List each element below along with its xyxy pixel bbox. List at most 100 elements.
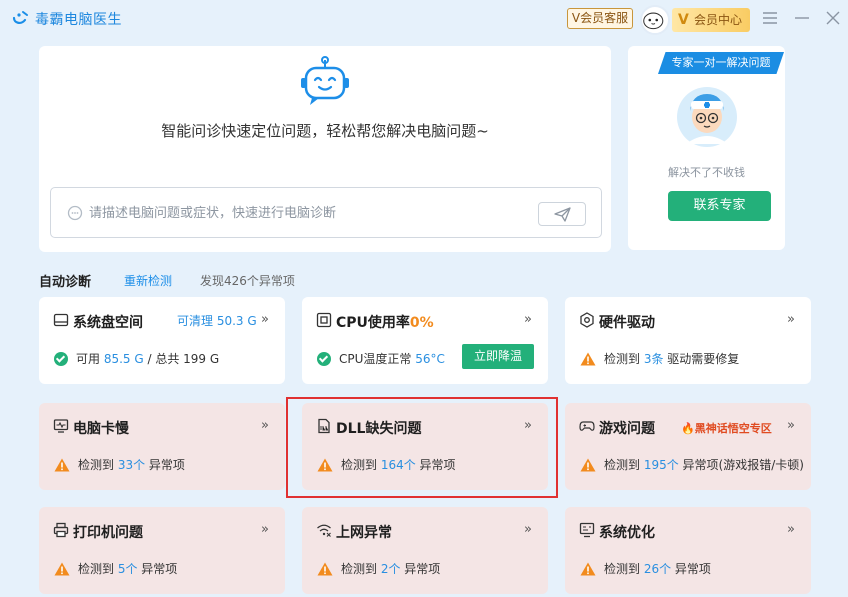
slow-suffix: 异常项 bbox=[145, 458, 185, 472]
chevron-right-icon[interactable]: » bbox=[261, 418, 269, 433]
disk-avail-prefix: 可用 bbox=[76, 352, 104, 366]
contact-expert-button[interactable]: 联系专家 bbox=[668, 191, 771, 221]
optimize-status: 检测到 26个 异常项 bbox=[580, 560, 711, 577]
expert-slogan: 解决不了不收钱 bbox=[668, 166, 745, 179]
warning-icon bbox=[580, 352, 596, 366]
expert-panel: 专家一对一解决问题 解决不了不收钱 联系专家 bbox=[628, 46, 785, 250]
tile-title: 系统盘空间 bbox=[73, 315, 143, 331]
chevron-right-icon[interactable]: » bbox=[787, 522, 795, 537]
tile-driver[interactable]: 硬件驱动 » 检测到 3条 驱动需要修复 bbox=[565, 297, 811, 384]
tile-title: 打印机问题 bbox=[73, 525, 143, 541]
send-button[interactable] bbox=[538, 202, 586, 226]
tile-game[interactable]: 游戏问题 🔥黑神话悟空专区 » 检测到 195个 异常项(游戏报错/卡顿) bbox=[565, 403, 811, 490]
chevron-right-icon[interactable]: » bbox=[524, 312, 532, 327]
optimize-count: 26个 bbox=[643, 562, 672, 576]
diagnose-search-input[interactable] bbox=[89, 202, 529, 224]
network-count: 2个 bbox=[380, 562, 401, 576]
diagnose-tagline: 智能问诊快速定位问题，轻松帮您解决电脑问题~ bbox=[161, 122, 489, 140]
highlight-box bbox=[286, 397, 558, 498]
chip-icon bbox=[580, 312, 594, 328]
optimize-icon bbox=[579, 522, 595, 538]
warning-icon bbox=[54, 458, 70, 472]
tile-title: 硬件驱动 bbox=[599, 315, 655, 331]
disk-avail-value: 85.5 G bbox=[103, 352, 144, 366]
menu-icon[interactable] bbox=[760, 8, 780, 28]
fire-icon: 🔥 bbox=[681, 422, 695, 435]
cool-down-button[interactable]: 立即降温 bbox=[462, 344, 534, 369]
avatar-icon[interactable] bbox=[640, 5, 670, 35]
check-icon bbox=[54, 352, 68, 366]
doctor-icon bbox=[677, 87, 737, 147]
section-title: 自动诊断 bbox=[39, 275, 92, 290]
vip-center-label: 会员中心 bbox=[694, 13, 743, 27]
cpu-title: CPU使用率 bbox=[336, 315, 410, 331]
tile-title: 游戏问题 bbox=[599, 421, 655, 437]
chevron-right-icon[interactable]: » bbox=[787, 312, 795, 327]
printer-status: 检测到 5个 异常项 bbox=[54, 560, 177, 577]
diagnose-panel: 智能问诊快速定位问题，轻松帮您解决电脑问题~ bbox=[39, 46, 611, 252]
driver-prefix: 检测到 bbox=[604, 352, 644, 366]
network-prefix: 检测到 bbox=[341, 562, 381, 576]
robot-icon bbox=[301, 56, 349, 105]
printer-count: 5个 bbox=[117, 562, 138, 576]
network-suffix: 异常项 bbox=[400, 562, 441, 576]
send-icon bbox=[554, 207, 571, 222]
tile-title: 系统优化 bbox=[599, 525, 655, 541]
slow-count: 33个 bbox=[117, 458, 146, 472]
cpu-temp-label: CPU温度正常 bbox=[339, 352, 416, 366]
redetect-link[interactable]: 重新检测 bbox=[124, 272, 172, 289]
wifi-icon bbox=[317, 524, 331, 537]
cpu-status: CPU温度正常 56°C bbox=[317, 350, 445, 367]
chevron-right-icon[interactable]: » bbox=[524, 522, 532, 537]
game-status: 检测到 195个 异常项(游戏报错/卡顿) bbox=[580, 456, 804, 473]
slow-status: 检测到 33个 异常项 bbox=[54, 456, 185, 473]
chevron-right-icon[interactable]: » bbox=[261, 522, 269, 537]
game-count: 195个 bbox=[643, 458, 679, 472]
found-count-text: 发现426个异常项 bbox=[200, 274, 295, 288]
vip-center-button[interactable]: V 会员中心 bbox=[672, 8, 750, 32]
expert-banner: 专家一对一解决问题 bbox=[658, 52, 784, 74]
disk-icon bbox=[53, 313, 69, 327]
gamepad-icon bbox=[579, 421, 595, 431]
cpu-icon bbox=[316, 312, 332, 328]
game-prefix: 检测到 bbox=[604, 458, 644, 472]
close-icon[interactable] bbox=[823, 8, 843, 28]
cleanable-link[interactable]: 可清理 50.3 G bbox=[177, 312, 257, 329]
warning-icon bbox=[54, 562, 70, 576]
tile-slow-pc[interactable]: 电脑卡慢 » 检测到 33个 异常项 bbox=[39, 403, 285, 490]
diagnose-search-box bbox=[50, 187, 602, 238]
app-logo-icon bbox=[12, 11, 28, 24]
chevron-right-icon[interactable]: » bbox=[787, 418, 795, 433]
warning-icon bbox=[580, 562, 596, 576]
driver-status: 检测到 3条 驱动需要修复 bbox=[580, 350, 739, 367]
hot-zone-label: 黑神话悟空专区 bbox=[694, 422, 772, 435]
tile-title: 上网异常 bbox=[336, 525, 392, 541]
tile-network[interactable]: 上网异常 » 检测到 2个 异常项 bbox=[302, 507, 548, 594]
optimize-suffix: 异常项 bbox=[671, 562, 711, 576]
monitor-icon bbox=[53, 419, 69, 433]
minimize-icon[interactable] bbox=[792, 8, 812, 28]
disk-status: 可用 85.5 G / 总共 199 G bbox=[54, 350, 219, 367]
tile-cpu[interactable]: CPU使用率0% » CPU温度正常 56°C 立即降温 bbox=[302, 297, 548, 384]
vip-service-button[interactable]: V会员客服 bbox=[567, 8, 633, 29]
hot-zone-tag[interactable]: 🔥黑神话悟空专区 bbox=[681, 420, 772, 436]
warning-icon bbox=[580, 458, 596, 472]
tile-printer[interactable]: 打印机问题 » 检测到 5个 异常项 bbox=[39, 507, 285, 594]
app-title: 毒霸电脑医生 bbox=[35, 12, 122, 28]
vip-v-icon: V bbox=[678, 12, 689, 28]
tile-optimize[interactable]: 系统优化 » 检测到 26个 异常项 bbox=[565, 507, 811, 594]
tile-disk-space[interactable]: 系统盘空间 可清理 50.3 G » 可用 85.5 G / 总共 199 G bbox=[39, 297, 285, 384]
title-bar: 毒霸电脑医生 V会员客服 V 会员中心 bbox=[0, 0, 848, 40]
slow-prefix: 检测到 bbox=[78, 458, 118, 472]
driver-count: 3条 bbox=[643, 352, 664, 366]
tile-title: CPU使用率0% bbox=[336, 312, 434, 332]
check-icon bbox=[317, 352, 331, 366]
printer-prefix: 检测到 bbox=[78, 562, 118, 576]
cpu-usage: 0% bbox=[409, 315, 434, 331]
printer-icon bbox=[53, 522, 69, 538]
network-status: 检测到 2个 异常项 bbox=[317, 560, 440, 577]
chevron-right-icon[interactable]: » bbox=[261, 312, 269, 327]
game-suffix: 异常项(游戏报错/卡顿) bbox=[678, 458, 804, 472]
cpu-temp-value: 56°C bbox=[415, 352, 445, 366]
tile-title: 电脑卡慢 bbox=[73, 421, 129, 437]
